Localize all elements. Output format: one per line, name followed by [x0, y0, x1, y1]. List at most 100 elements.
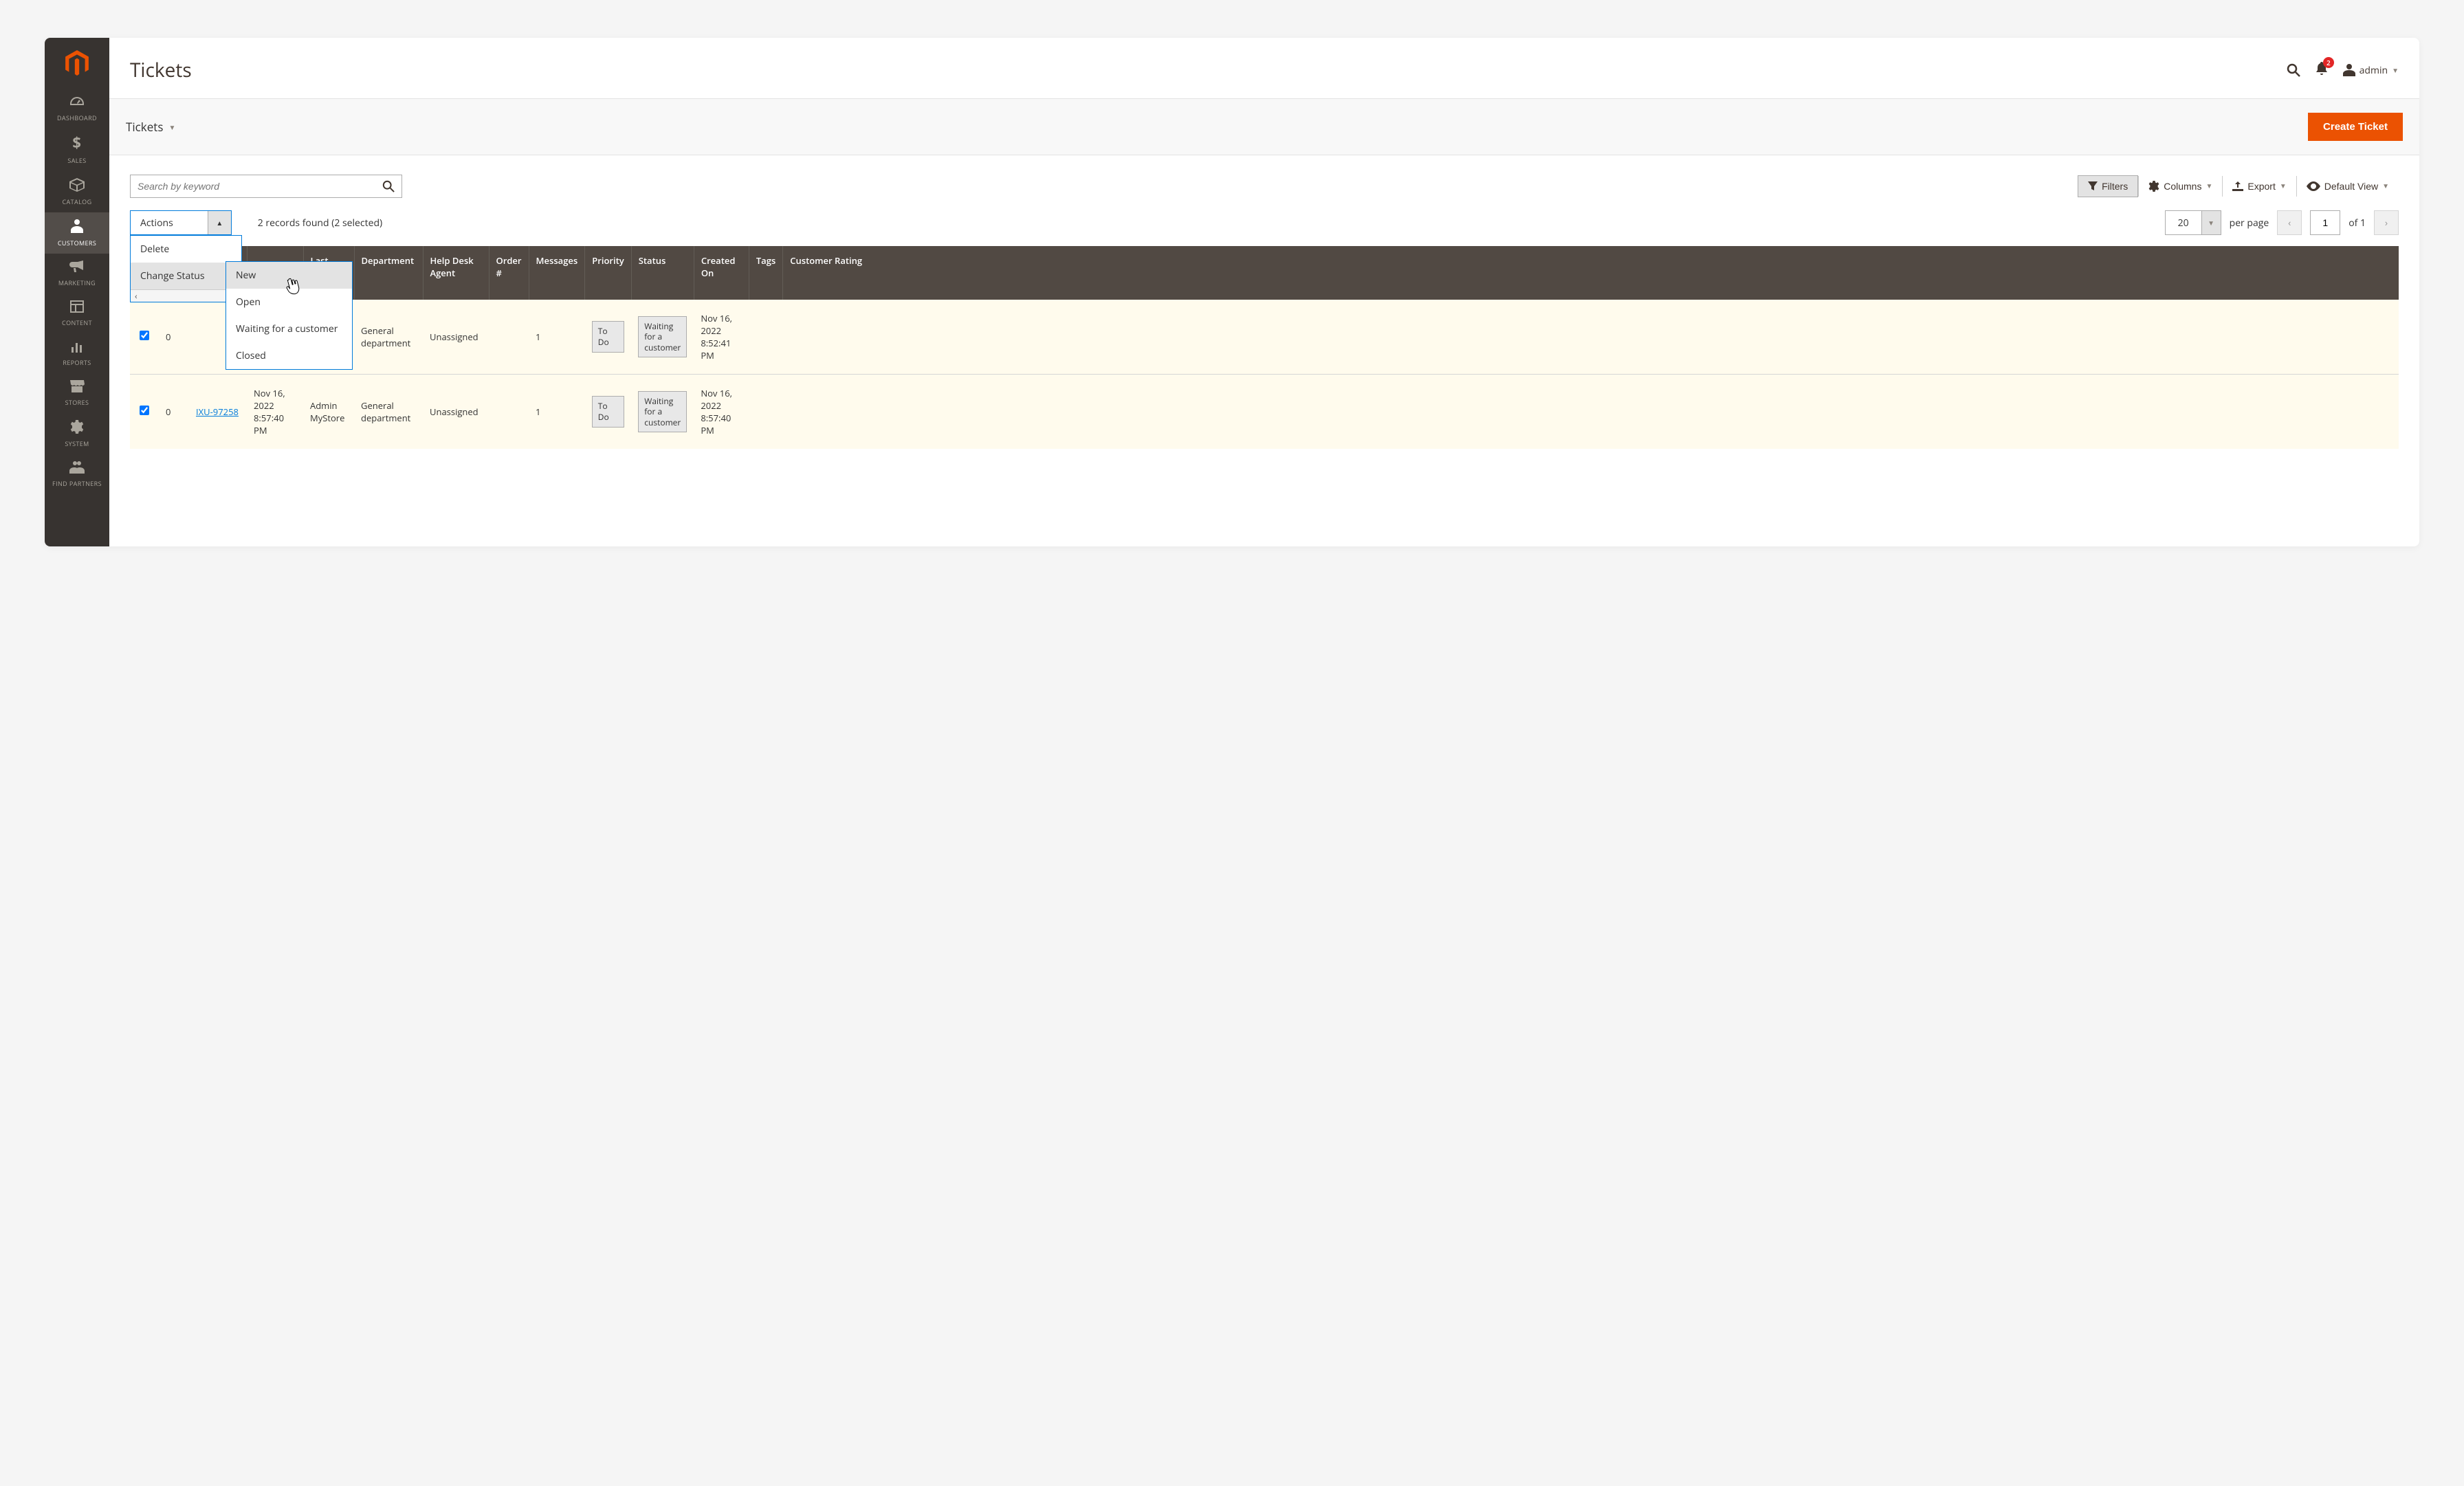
user-menu[interactable]: admin ▼ — [2343, 64, 2399, 77]
col-department[interactable]: Department — [354, 246, 423, 300]
actions-select-toggle[interactable]: ▲ — [208, 211, 231, 234]
store-icon — [69, 380, 85, 392]
export-button[interactable]: Export ▼ — [2222, 176, 2296, 197]
col-order[interactable]: Order # — [489, 246, 529, 300]
chevron-down-icon: ▼ — [2280, 183, 2287, 190]
next-page-button[interactable]: › — [2374, 210, 2399, 235]
sidebar-item-label: DASHBOARD — [57, 113, 97, 122]
actions-select[interactable]: Actions ▲ — [130, 210, 232, 235]
col-messages[interactable]: Messages — [529, 246, 585, 300]
sidebar-item-marketing[interactable]: MARKETING — [45, 254, 109, 293]
table-row[interactable]: 0 Admin MyStore General department Unass… — [130, 300, 2399, 375]
create-ticket-button[interactable]: Create Ticket — [2308, 113, 2403, 141]
page-titlebar: Tickets ▼ Create Ticket — [109, 98, 2419, 155]
sidebar-item-partners[interactable]: FIND PARTNERS — [45, 454, 109, 494]
sidebar-item-stores[interactable]: STORES — [45, 373, 109, 413]
gear-icon — [70, 420, 84, 434]
box-icon — [69, 178, 85, 192]
cell-order — [489, 375, 529, 450]
user-label: admin — [2360, 64, 2388, 77]
sidebar-item-customers[interactable]: CUSTOMERS — [45, 212, 109, 254]
notifications-button[interactable]: 2 — [2316, 62, 2328, 78]
actions-menu-delete[interactable]: Delete — [131, 236, 241, 263]
cell-tags — [749, 375, 782, 450]
submenu-waiting[interactable]: Waiting for a customer — [226, 315, 352, 342]
chevron-left-icon: ‹ — [2288, 217, 2291, 230]
chevron-down-icon: ▼ — [2208, 218, 2214, 228]
export-label: Export — [2247, 181, 2275, 192]
gear-icon — [2148, 181, 2159, 192]
actions-menu-change-status[interactable]: Change Status ▸ — [131, 263, 241, 289]
col-rating[interactable]: Customer Rating — [783, 246, 2399, 300]
grid-filter-toolbar: Filters Columns ▼ Export ▼ Default View … — [130, 155, 2399, 210]
cell-last-reply: Nov 16, 2022 8:57:40 PM — [247, 375, 303, 450]
page-size-toggle[interactable]: ▼ — [2201, 211, 2221, 234]
sidebar-item-label: SALES — [67, 156, 86, 165]
table-header-row: Last Replied By Department Help Desk Age… — [130, 246, 2399, 300]
tickets-table: Last Replied By Department Help Desk Age… — [130, 246, 2399, 449]
search-icon[interactable] — [2287, 63, 2300, 77]
sidebar-item-label: MARKETING — [58, 278, 96, 287]
cell-department: General department — [354, 300, 423, 375]
cell-last-replied-by: Admin MyStore — [303, 375, 354, 450]
sidebar-item-label: CONTENT — [62, 318, 92, 327]
sidebar-item-content[interactable]: CONTENT — [45, 293, 109, 333]
col-status[interactable]: Status — [631, 246, 694, 300]
actions-menu-scroll-left[interactable]: ‹ — [131, 289, 241, 302]
cell-rating — [783, 375, 2399, 450]
sidebar-item-dashboard[interactable]: DASHBOARD — [45, 89, 109, 129]
cell-tags — [749, 300, 782, 375]
pagination: 20 ▼ per page ‹ of 1 › — [2165, 210, 2399, 235]
sidebar-item-sales[interactable]: $ SALES — [45, 129, 109, 171]
admin-sidebar: DASHBOARD $ SALES CATALOG CUSTOMERS MARK… — [45, 38, 109, 546]
current-page-input[interactable] — [2310, 210, 2340, 235]
page-size-select[interactable]: 20 ▼ — [2165, 210, 2221, 235]
default-view-button[interactable]: Default View ▼ — [2296, 176, 2399, 197]
col-agent[interactable]: Help Desk Agent — [423, 246, 489, 300]
megaphone-icon — [69, 260, 85, 273]
chevron-right-icon: › — [2385, 217, 2388, 230]
dollar-icon: $ — [72, 135, 82, 151]
sidebar-item-catalog[interactable]: CATALOG — [45, 171, 109, 212]
sidebar-item-label: STORES — [65, 398, 89, 407]
col-created-on[interactable]: Created On — [694, 246, 749, 300]
search-icon[interactable] — [382, 180, 395, 192]
chevron-up-icon: ▲ — [216, 218, 223, 228]
cell-messages: 1 — [529, 375, 585, 450]
sidebar-item-system[interactable]: SYSTEM — [45, 413, 109, 454]
columns-button[interactable]: Columns ▼ — [2138, 176, 2222, 197]
col-tags[interactable]: Tags — [749, 246, 782, 300]
cell-agent: Unassigned — [423, 375, 489, 450]
page-size-value: 20 — [2166, 211, 2201, 234]
priority-badge: To Do — [592, 396, 625, 427]
layout-icon — [70, 300, 84, 313]
funnel-icon — [2088, 181, 2098, 191]
partners-icon — [69, 461, 85, 474]
cell-messages: 1 — [529, 300, 585, 375]
chevron-down-icon: ▼ — [2382, 183, 2389, 190]
filters-button[interactable]: Filters — [2078, 175, 2138, 197]
topbar: Tickets 2 admin ▼ — [130, 38, 2399, 98]
row-checkbox[interactable] — [140, 406, 149, 415]
sidebar-item-reports[interactable]: REPORTS — [45, 333, 109, 373]
ticket-code-link[interactable]: IXU-97258 — [196, 406, 239, 418]
table-row[interactable]: 0 IXU-97258 Nov 16, 2022 8:57:40 PM Admi… — [130, 375, 2399, 450]
search-input[interactable] — [138, 181, 382, 192]
status-badge: Waiting for a customer — [638, 391, 687, 433]
status-badge: Waiting for a customer — [638, 316, 687, 358]
row-checkbox[interactable] — [140, 331, 149, 340]
notification-count-badge: 2 — [2323, 57, 2334, 68]
scope-selector[interactable]: Tickets ▼ — [126, 119, 175, 135]
sidebar-item-label: SYSTEM — [65, 439, 89, 448]
per-page-label: per page — [2230, 217, 2269, 230]
prev-page-button[interactable]: ‹ — [2277, 210, 2302, 235]
submenu-closed[interactable]: Closed — [226, 342, 352, 369]
cell-created-on: Nov 16, 2022 8:52:41 PM — [694, 300, 749, 375]
actions-select-label: Actions — [131, 217, 208, 230]
export-icon — [2232, 181, 2243, 191]
filters-label: Filters — [2102, 181, 2128, 192]
cell-rating — [783, 300, 2399, 375]
change-status-submenu: New Open Waiting for a customer Closed — [226, 261, 353, 370]
col-priority[interactable]: Priority — [585, 246, 632, 300]
cell-department: General department — [354, 375, 423, 450]
